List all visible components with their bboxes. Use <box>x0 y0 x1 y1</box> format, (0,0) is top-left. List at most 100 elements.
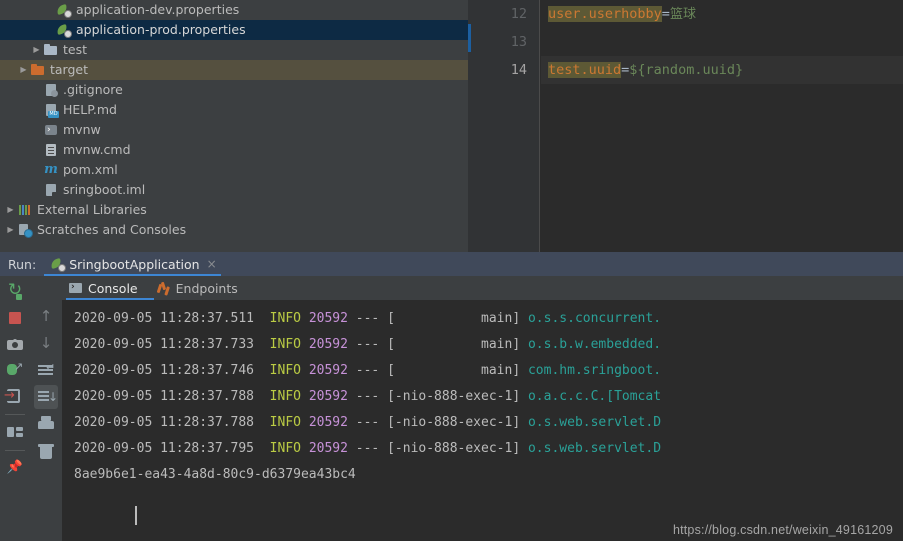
tree-arrow-placeholder: ▶ <box>30 180 43 200</box>
arrow-down-icon[interactable] <box>34 331 58 355</box>
folder-orange-icon <box>30 62 46 78</box>
tree-item-label: application-prod.properties <box>76 22 246 37</box>
run-configuration-tab[interactable]: SringbootApplication × <box>46 252 220 276</box>
line-number: 13 <box>510 34 527 50</box>
run-window-header: Run: SringbootApplication × <box>0 252 903 276</box>
editor-line[interactable] <box>541 28 903 56</box>
scratches-icon <box>17 222 33 238</box>
rerun-icon[interactable] <box>3 278 27 304</box>
console-log-line: 2020-09-05 11:28:37.795 INFO 20592 --- [… <box>62 436 903 462</box>
print-icon[interactable] <box>34 412 58 436</box>
spring-run-icon <box>50 256 67 272</box>
stop-icon[interactable] <box>3 306 27 330</box>
console-side-toolbar[interactable] <box>30 276 62 541</box>
chevron-right-icon[interactable]: ▶ <box>4 200 17 220</box>
tree-arrow-placeholder: ▶ <box>43 20 56 40</box>
log-dashes: --- <box>355 389 380 404</box>
log-level: INFO <box>269 389 301 404</box>
console-tabs[interactable]: Console Endpoints <box>62 276 903 300</box>
console-log-line: 2020-09-05 11:28:37.746 INFO 20592 --- [… <box>62 358 903 384</box>
editor-line[interactable]: user.userhobby=篮球 <box>541 0 903 28</box>
tree-item-sringboot-iml[interactable]: ▶ sringboot.iml <box>0 180 468 200</box>
editor-code-area[interactable]: user.userhobby=篮球 test.uuid=${random.uuid… <box>541 0 903 252</box>
log-thread: [ main] <box>387 337 521 352</box>
tree-item-label: pom.xml <box>63 162 118 177</box>
tab-console-label: Console <box>88 280 138 296</box>
tree-item-pom-xml[interactable]: ▶ pom.xml <box>0 160 468 180</box>
shell-script-icon <box>43 122 59 138</box>
tree-arrow-placeholder: ▶ <box>30 140 43 160</box>
chevron-right-icon[interactable]: ▶ <box>4 220 17 240</box>
pin-icon[interactable] <box>3 456 27 480</box>
console-plain-line: 8ae9b6e1-ea43-4a8d-80c9-d6379ea43bc4 <box>62 462 903 488</box>
log-thread: [ main] <box>387 311 521 326</box>
log-dashes: --- <box>355 311 380 326</box>
arrow-up-icon[interactable] <box>34 304 58 328</box>
tree-item-help-md[interactable]: ▶ HELP.md <box>0 100 468 120</box>
log-thread: [-nio-888-exec-1] <box>387 389 521 404</box>
run-left-toolbar[interactable] <box>0 276 30 541</box>
exit-arrow-icon[interactable] <box>3 384 27 408</box>
editor-line[interactable]: test.uuid=${random.uuid} <box>541 56 903 84</box>
tab-console[interactable]: Console <box>62 276 150 300</box>
property-equals: = <box>661 6 670 22</box>
log-timestamp: 2020-09-05 11:28:37.788 <box>74 389 255 404</box>
tree-item-label: test <box>63 42 88 57</box>
log-thread: [-nio-888-exec-1] <box>387 441 521 456</box>
tree-item-external-libraries[interactable]: ▶ External Libraries <box>0 200 468 220</box>
camera-icon[interactable] <box>3 332 27 356</box>
tree-item-mvnw-cmd[interactable]: ▶ mvnw.cmd <box>0 140 468 160</box>
chevron-right-icon[interactable]: ▶ <box>17 60 30 80</box>
log-dashes: --- <box>355 363 380 378</box>
property-key: user.userhobby <box>548 6 662 22</box>
log-thread: [ main] <box>387 363 521 378</box>
maven-icon <box>43 161 59 178</box>
run-label: Run: <box>8 256 37 272</box>
log-thread: [-nio-888-exec-1] <box>387 415 521 430</box>
log-level: INFO <box>269 415 301 430</box>
folder-icon <box>43 42 59 58</box>
iml-file-icon <box>43 182 59 198</box>
console-log-line: 2020-09-05 11:28:37.511 INFO 20592 --- [… <box>62 306 903 332</box>
console-output[interactable]: 2020-09-05 11:28:37.511 INFO 20592 --- [… <box>62 300 903 541</box>
log-dashes: --- <box>355 337 380 352</box>
properties-editor[interactable]: 12 13 14 user.userhobby=篮球 test.uuid=${rand… <box>468 0 903 252</box>
watermark-text: https://blog.csdn.net/weixin_49161209 <box>672 523 893 537</box>
tree-item-scratches-and-consoles[interactable]: ▶ Scratches and Consoles <box>0 220 468 240</box>
tree-item-target[interactable]: ▶ target <box>0 60 468 80</box>
project-tree[interactable]: ▶ application-dev.properties ▶ application-… <box>0 0 468 252</box>
tree-item-application-prod-properties[interactable]: ▶ application-prod.properties <box>0 20 468 40</box>
tree-item-label: sringboot.iml <box>63 182 146 197</box>
tree-item-label: Scratches and Consoles <box>37 222 187 237</box>
tree-arrow-placeholder: ▶ <box>30 120 43 140</box>
editor-gutter[interactable]: 12 13 14 <box>468 0 540 252</box>
debug-bug-icon[interactable] <box>3 358 27 382</box>
tree-arrow-placeholder: ▶ <box>30 100 43 120</box>
chevron-right-icon[interactable]: ▶ <box>30 40 43 60</box>
console-panel: Console Endpoints 2020-09-05 11:28:37.51… <box>62 276 903 541</box>
tree-item-mvnw[interactable]: ▶ mvnw <box>0 120 468 140</box>
tree-item-application-dev-properties[interactable]: ▶ application-dev.properties <box>0 0 468 20</box>
tree-item-label: HELP.md <box>63 102 117 117</box>
log-level: INFO <box>269 337 301 352</box>
log-level: INFO <box>269 311 301 326</box>
log-logger: o.s.web.servlet.D <box>527 415 662 430</box>
property-value: ${random.uuid} <box>629 62 744 78</box>
log-dashes: --- <box>355 441 380 456</box>
close-icon[interactable]: × <box>207 257 217 271</box>
tree-item-test[interactable]: ▶ test <box>0 40 468 60</box>
console-log-line: 2020-09-05 11:28:37.788 INFO 20592 --- [… <box>62 384 903 410</box>
log-pid: 20592 <box>308 441 348 456</box>
tab-endpoints[interactable]: Endpoints <box>150 276 250 300</box>
layout-icon[interactable] <box>3 420 27 444</box>
cmd-file-icon <box>43 142 59 158</box>
soft-wrap-icon[interactable] <box>34 358 58 382</box>
tree-item-label: target <box>50 62 89 77</box>
log-pid: 20592 <box>308 389 348 404</box>
scroll-end-icon[interactable] <box>34 385 58 409</box>
log-timestamp: 2020-09-05 11:28:37.788 <box>74 415 255 430</box>
libraries-icon <box>17 202 33 218</box>
run-tool-window: Run: SringbootApplication × ↻ ↗ → 📌 ↑ ↓ … <box>0 252 903 541</box>
trash-icon[interactable] <box>34 439 58 463</box>
tree-item-gitignore[interactable]: ▶ .gitignore <box>0 80 468 100</box>
